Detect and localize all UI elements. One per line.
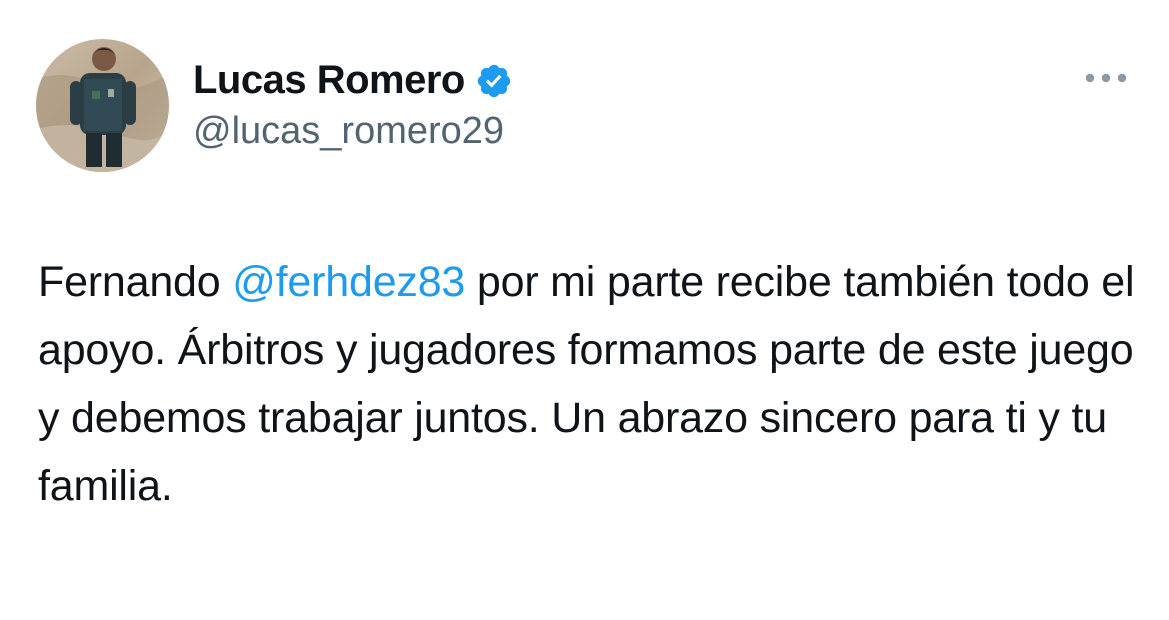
author-avatar[interactable] — [36, 39, 169, 172]
tweet-text: Fernando @ferhdez83 por mi parte recibe … — [38, 248, 1138, 520]
author-name-row: Lucas Romero — [193, 52, 513, 108]
author-handle[interactable]: @lucas_romero29 — [193, 110, 504, 153]
author-display-name[interactable]: Lucas Romero — [193, 58, 465, 103]
tweet-card: Lucas Romero @lucas_romero29 Fernando @f… — [0, 0, 1169, 620]
verified-badge-icon — [475, 62, 513, 100]
more-options-button[interactable] — [1078, 60, 1134, 96]
avatar-photo-icon — [36, 39, 169, 172]
mention-link[interactable]: @ferhdez83 — [232, 258, 465, 306]
tweet-text-start: Fernando — [38, 258, 233, 306]
ellipsis-icon — [1085, 73, 1127, 83]
